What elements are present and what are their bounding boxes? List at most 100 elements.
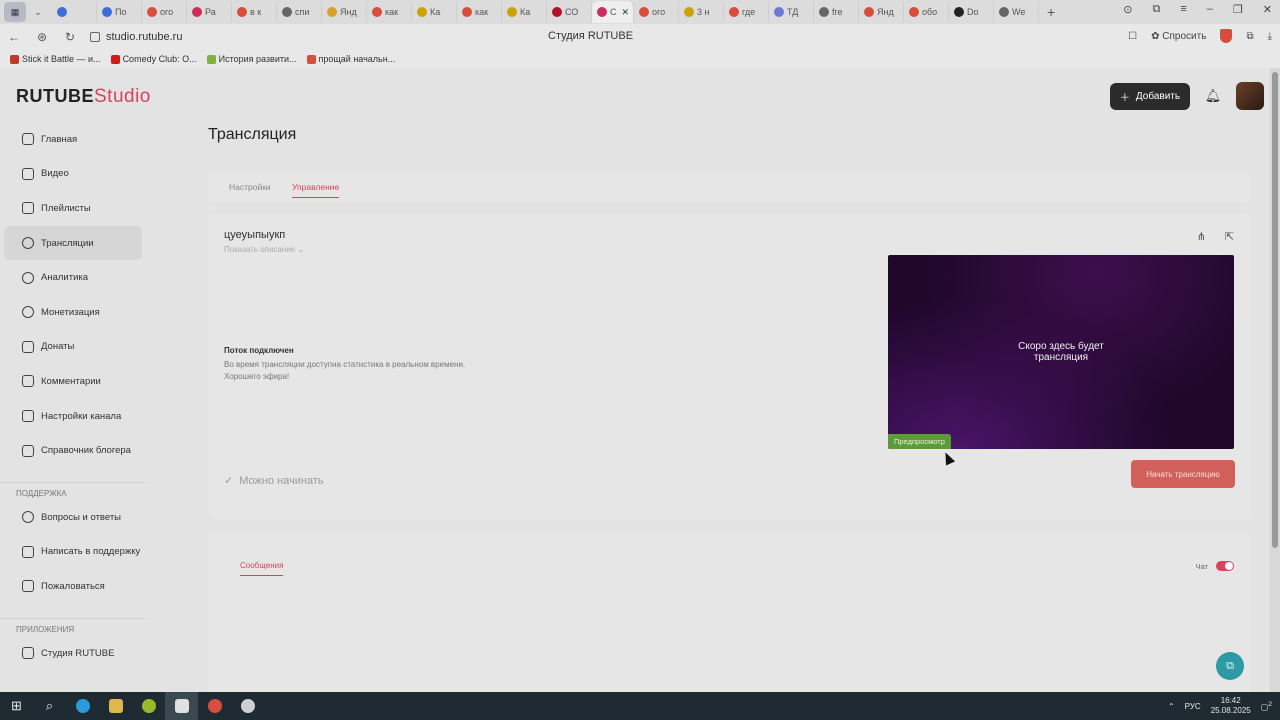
tab-favicon-icon [462,7,472,17]
browser-tab[interactable]: ТД [769,1,814,23]
chat-toggle[interactable] [1216,561,1234,571]
new-tab-icon[interactable]: + [1047,4,1055,20]
yandex-browser-icon[interactable] [165,692,198,720]
close-window-icon[interactable]: ✕ [1263,3,1272,16]
bookmark-item[interactable]: История развити... [206,54,297,64]
collections-icon[interactable]: ⧉ [1153,3,1161,16]
sidebar-item[interactable]: Комментарии [4,364,142,399]
browser-tab[interactable]: По [97,1,142,23]
tab-list-chevron-icon[interactable]: ⌄ [30,4,46,20]
sidebar-item[interactable]: Видео [4,157,142,192]
edge-browser-icon[interactable] [66,692,99,720]
browser-tab[interactable]: Do [949,1,994,23]
sidebar-item[interactable]: Пожаловаться [4,569,142,604]
bookmark-item[interactable]: прощай начальн... [306,54,395,64]
browser-tab[interactable]: где [724,1,769,23]
browser-tab[interactable]: ого [142,1,187,23]
sidebar-item[interactable]: Монетизация [4,295,142,330]
tab-favicon-icon [864,7,874,17]
browser-tab[interactable]: Ка [412,1,457,23]
sidebar-item[interactable]: Трансляции [4,225,142,261]
browser-tab[interactable]: как [367,1,412,23]
plus-icon: ＋ [1119,92,1130,104]
browser-tab[interactable]: спи [277,1,322,23]
browser-tab-label: как [385,7,399,17]
browser-tab[interactable]: СО [547,1,592,23]
browser-tab[interactable] [52,1,97,23]
sidebar-item[interactable]: Главная [4,122,142,157]
clock[interactable]: 16:42 25.08.2025 [1211,696,1251,716]
tab-management[interactable]: Управление [292,182,340,198]
sidebar-item[interactable]: Написать в поддержку [4,535,142,570]
url-field[interactable]: studio.rutube.ru [90,31,182,43]
browser-tab[interactable]: We [994,1,1039,23]
scrollbar-thumb[interactable] [1272,72,1278,548]
language-indicator[interactable]: РУС [1185,702,1201,711]
app-icon-w[interactable] [132,692,165,720]
share-icon[interactable]: ⋔ [1197,230,1206,243]
add-button[interactable]: ＋ Добавить [1110,82,1190,110]
preview-placeholder-text: Скоро здесь будет трансляция [888,341,1234,363]
notifications-bell-icon[interactable]: 🔔︎ [1200,88,1226,104]
rutube-studio-logo[interactable]: RUTUBEStudio [16,86,151,108]
help-chat-button[interactable]: ⧉ [1216,652,1244,680]
bookmark-item[interactable]: Stick it Battle — и... [10,54,101,64]
browser-tab[interactable]: в к [232,1,277,23]
browser-tab[interactable]: как [457,1,502,23]
show-description-toggle[interactable]: Показать описание ⌄ [224,245,304,254]
ask-button[interactable]: ✿ Спросить [1151,31,1206,42]
page-scrollbar[interactable] [1270,68,1280,692]
minimize-icon[interactable]: – [1207,3,1213,16]
browser-tab[interactable]: fre [814,1,859,23]
bookmark-icon[interactable]: ☐ [1128,31,1137,42]
start-stream-button[interactable]: Начать трансляцию [1131,460,1235,488]
sidebar: Главная Видео Плейлисты Трансляции Аналитика… [0,122,150,670]
browser-tab[interactable]: обо [904,1,949,23]
browser-tab[interactable]: 3 н [679,1,724,23]
browser-tab-label: fre [832,7,843,17]
browser-tab[interactable]: Янд [322,1,367,23]
stream-status-text: Во время трансляции доступна статистика … [224,359,524,383]
tray-expand-icon[interactable]: ⌃ [1168,702,1175,711]
bookmark-label: Stick it Battle — и... [22,54,101,64]
browser-tab[interactable]: Ка [502,1,547,23]
browser-tab-label: ого [652,7,666,17]
download-icon[interactable]: ⤓ [1268,31,1272,42]
tab-settings[interactable]: Настройки [229,182,271,192]
browser-tab[interactable]: ого [634,1,679,23]
search-icon[interactable]: ⌕ [33,692,66,720]
shield-icon[interactable] [1220,29,1233,43]
sidebar-item[interactable]: Настройки канала [4,399,142,434]
tab-favicon-icon [57,7,67,17]
open-external-icon[interactable]: ⇱ [1225,230,1234,243]
yandex-icon[interactable] [198,692,231,720]
stream-preview[interactable]: Скоро здесь будет трансляция Предпросмот… [888,255,1234,449]
avatar[interactable] [1236,82,1264,110]
reload-icon[interactable]: ↻ [56,30,84,44]
file-explorer-icon[interactable] [99,692,132,720]
sidebar-item[interactable]: Донаты [4,330,142,365]
sidebar-item[interactable]: Плейлисты [4,191,142,226]
sidebar-item[interactable]: Вопросы и ответы [4,500,142,535]
notifications-icon[interactable]: ▢2 [1261,701,1272,712]
browser-tab[interactable]: Ра [187,1,232,23]
sidebar-item[interactable]: Студия RUTUBE [4,636,142,671]
tab-close-icon[interactable]: ✕ [622,7,630,18]
sidebar-item[interactable]: Аналитика [4,260,142,295]
extensions-icon[interactable]: ⧉ [1246,31,1253,42]
restore-icon[interactable]: ❐ [1233,3,1243,16]
back-icon[interactable]: ← [0,30,28,44]
menu-icon[interactable]: ≡ [1180,3,1186,16]
tab-messages[interactable]: Сообщения [240,561,284,576]
start-menu-icon[interactable]: ⊞ [0,692,33,720]
sidebar-item-label: Главная [41,133,78,145]
chrome-icon[interactable] [231,692,264,720]
browser-tab-groups-icon[interactable]: ▦ [4,2,26,22]
bookmark-item[interactable]: Comedy Club: О... [110,54,197,64]
status-text-line-1: Во время трансляции доступна статистика … [224,360,466,369]
tab-search-icon[interactable]: ⊙ [1123,3,1132,16]
browser-tab[interactable]: С ✕ [592,1,634,23]
browser-tab[interactable]: Янд [859,1,904,23]
sidebar-item[interactable]: Справочник блогера [4,433,142,468]
protect-icon[interactable]: ⊛ [28,30,56,44]
